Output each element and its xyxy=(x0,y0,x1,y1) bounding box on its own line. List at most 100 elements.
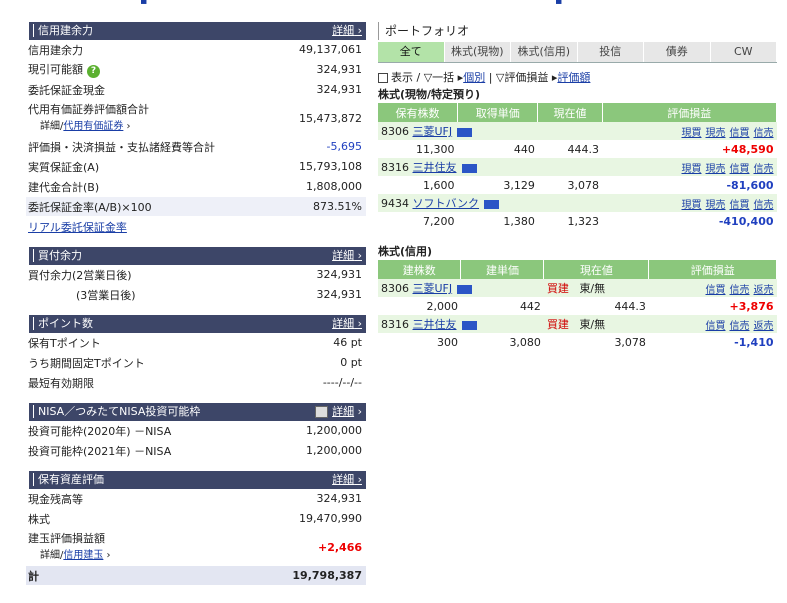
portfolio-toolbar: 表示 / ▽一括 ▸個別 | ▽評価損益 ▸評価額 xyxy=(378,69,777,87)
row-value: 324,931 xyxy=(316,63,363,76)
stock-name-link[interactable]: 三井住友 xyxy=(413,161,457,174)
stock-name-link[interactable]: 三菱UFJ xyxy=(413,125,453,138)
position-value-row: 2,000 442 444.3 +3,876 xyxy=(378,297,777,315)
stock-value-row: 11,300 440 444.3 +48,590 xyxy=(378,140,777,158)
section-header: 買付余力 詳細 xyxy=(26,247,366,265)
cost-cell: 1,380 xyxy=(457,212,538,230)
price-cell: 3,078 xyxy=(543,333,649,351)
margin-capacity-section: 信用建余力 詳細 信用建余力 49,137,061 現引可能額? 324,931 委… xyxy=(26,22,366,237)
buy-cash-link[interactable]: 現買 xyxy=(682,200,702,211)
sell-margin-link[interactable]: 信売 xyxy=(730,321,750,332)
sell-margin-link[interactable]: 信売 xyxy=(754,200,774,211)
stock-name-link[interactable]: 三菱UFJ xyxy=(413,282,453,295)
real-margin-link[interactable]: リアル委託保証金率 xyxy=(28,219,127,235)
stock-name-link[interactable]: ソフトバンク xyxy=(413,197,480,210)
position-name-row: 8306 三菱UFJ 買建 東/無 信買 信売 返売 xyxy=(378,279,777,297)
row-value: 873.51% xyxy=(313,200,362,213)
row-label-text: 現引可能額 xyxy=(28,63,83,76)
buy-cash-link[interactable]: 現買 xyxy=(682,164,702,175)
price-cell: 444.3 xyxy=(543,297,649,315)
row-label: 建代金合計(B) xyxy=(28,180,100,194)
section-header: 保有資産評価 詳細 xyxy=(26,471,366,489)
total-row: 計 19,798,387 xyxy=(26,566,366,586)
sell-margin-link[interactable]: 信売 xyxy=(730,285,750,296)
pl-cell: -410,400 xyxy=(602,212,777,230)
stock-code: 8316 xyxy=(381,318,409,331)
sell-cash-link[interactable]: 現売 xyxy=(706,164,726,175)
help-icon[interactable]: ? xyxy=(87,65,100,78)
position-link[interactable]: 信用建玉 xyxy=(63,550,103,561)
side-market-cell: 買建 東/無 xyxy=(543,279,649,297)
buying-power-section: 買付余力 詳細 買付余力(2営業日後) 324,931 (3営業日後) 324,93… xyxy=(26,247,366,305)
tab-cw[interactable]: CW xyxy=(710,42,777,62)
stock-name-cell: 8306 三菱UFJ xyxy=(378,279,544,297)
row-sub: 詳細/信用建玉 › xyxy=(40,549,111,561)
qty-cell: 7,200 xyxy=(378,212,458,230)
cost-cell: 3,129 xyxy=(457,176,538,194)
mail-icon[interactable] xyxy=(461,320,477,330)
row-value: 15,473,872 xyxy=(299,111,362,125)
mail-icon[interactable] xyxy=(461,163,477,173)
stock-value-row: 1,600 3,129 3,078 -81,600 xyxy=(378,176,777,194)
row-value: 324,931 xyxy=(316,83,363,96)
bulk-option[interactable]: 一括 xyxy=(432,71,454,84)
section-header: NISA／つみたてNISA投資可能枠 詳細 xyxy=(26,403,366,421)
row-value: 0 pt xyxy=(340,356,362,369)
buy-cash-link[interactable]: 現買 xyxy=(682,128,702,139)
summary-row: 保有Tポイント 46 pt xyxy=(26,333,366,353)
collapse-icon: ▽ xyxy=(423,71,433,84)
pl-cell: +3,876 xyxy=(648,297,777,315)
row-value: 49,137,061 xyxy=(299,43,362,56)
close-position-link[interactable]: 返売 xyxy=(754,285,774,296)
detail-link[interactable]: 詳細 xyxy=(332,22,362,40)
row-value: 19,470,990 xyxy=(299,512,362,525)
detail-link[interactable]: 詳細 xyxy=(332,471,362,489)
top-link-left[interactable]: ▪ xyxy=(140,0,147,7)
sell-cash-link[interactable]: 現売 xyxy=(706,128,726,139)
col-header: 現在値 xyxy=(543,260,650,279)
row-value: 324,931 xyxy=(316,288,363,301)
dairi-link[interactable]: 代用有価証券 xyxy=(63,121,123,132)
row-label: 計 xyxy=(28,569,39,583)
tab-bond[interactable]: 債券 xyxy=(644,42,711,62)
value-option[interactable]: 評価額 xyxy=(557,71,590,84)
close-position-link[interactable]: 返売 xyxy=(754,321,774,332)
sell-cash-link[interactable]: 現売 xyxy=(706,200,726,211)
pl-cell: -81,600 xyxy=(602,176,777,194)
mail-icon[interactable] xyxy=(484,199,500,209)
nisa-section: NISA／つみたてNISA投資可能枠 詳細 投資可能枠(2020年) －NISA… xyxy=(26,403,366,461)
detail-link[interactable]: 詳細 xyxy=(332,405,354,418)
side-market-cell: 買建 東/無 xyxy=(543,315,649,333)
row-label: うち期間固定Tポイント xyxy=(28,356,145,370)
tab-all[interactable]: 全て xyxy=(378,42,445,62)
buy-margin-link[interactable]: 信買 xyxy=(730,128,750,139)
sell-margin-link[interactable]: 信売 xyxy=(754,164,774,175)
mail-icon[interactable] xyxy=(457,127,473,137)
tab-stock-cash[interactable]: 株式(現物) xyxy=(444,42,511,62)
qty-cell: 2,000 xyxy=(378,297,461,315)
buy-margin-link[interactable]: 信買 xyxy=(706,321,726,332)
detail-link[interactable]: 詳細 xyxy=(332,315,362,333)
col-header: 建株数 xyxy=(378,260,462,279)
row-value: 1,808,000 xyxy=(306,180,362,193)
detail-link[interactable]: 詳細 xyxy=(332,247,362,265)
sell-margin-link[interactable]: 信売 xyxy=(754,128,774,139)
tab-fund[interactable]: 投信 xyxy=(577,42,644,62)
sub-prefix: 詳細 xyxy=(40,120,60,132)
price-cell: 3,078 xyxy=(537,176,603,194)
stock-name-row: 8316 三井住友 現買 現売 信買 信売 xyxy=(378,158,777,176)
tab-stock-margin[interactable]: 株式(信用) xyxy=(511,42,578,62)
margin-stock-title: 株式(信用) xyxy=(378,245,433,258)
mail-icon[interactable] xyxy=(457,284,473,294)
pl-option[interactable]: 評価損益 xyxy=(504,71,548,84)
buy-margin-link[interactable]: 信買 xyxy=(706,285,726,296)
stock-code: 8306 xyxy=(381,125,409,138)
summary-row: 委託保証金率(A/B)×100 873.51% xyxy=(26,197,366,217)
row-label: 現金残高等 xyxy=(28,492,83,506)
col-header: 取得単価 xyxy=(457,103,539,122)
individual-option[interactable]: 個別 xyxy=(463,71,485,84)
buy-margin-link[interactable]: 信買 xyxy=(730,164,750,175)
stock-name-link[interactable]: 三井住友 xyxy=(413,318,457,331)
buy-margin-link[interactable]: 信買 xyxy=(730,200,750,211)
top-link-right[interactable]: ▪ xyxy=(555,0,562,7)
